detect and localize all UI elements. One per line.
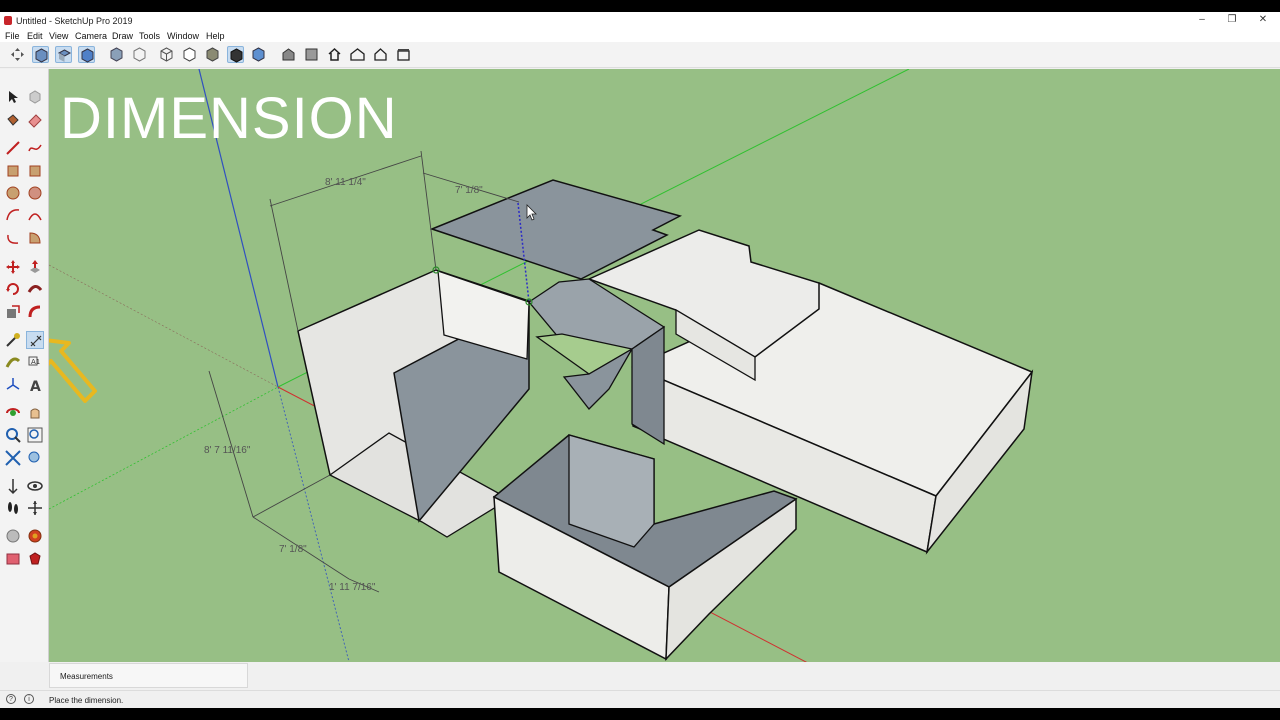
- circle-tool-icon[interactable]: [4, 184, 22, 202]
- walk-tool-icon[interactable]: [4, 499, 22, 517]
- rectangle-tool-icon[interactable]: [4, 162, 22, 180]
- dimension-7-1-8-bottom[interactable]: 7' 1/8": [279, 544, 307, 555]
- overlay-title: DIMENSION: [60, 86, 398, 151]
- dimension-1-11-7-16[interactable]: 1' 11 7/16": [329, 582, 376, 593]
- xray-style-icon[interactable]: [108, 46, 125, 63]
- minimize-button[interactable]: –: [1188, 13, 1216, 27]
- bottom-panel: Measurements ? i Place the dimension.: [0, 662, 1280, 708]
- 3d-warehouse-tool-icon[interactable]: [4, 527, 22, 545]
- menu-help[interactable]: Help: [206, 31, 225, 41]
- menu-camera[interactable]: Camera: [75, 31, 107, 41]
- paint-bucket-icon[interactable]: [4, 111, 22, 129]
- section-plane-icon[interactable]: [26, 499, 44, 517]
- rotated-rectangle-icon[interactable]: [26, 162, 44, 180]
- measurements-box[interactable]: Measurements: [49, 663, 248, 688]
- large-tool-set: A1 A: [0, 69, 49, 662]
- sketchup-app-icon: [4, 16, 12, 25]
- select-tool-icon[interactable]: [4, 88, 22, 106]
- three-point-arc-icon[interactable]: [4, 229, 22, 247]
- wireframe-icon[interactable]: [158, 46, 175, 63]
- dimension-7-1-8-top[interactable]: 7' 1/8": [455, 185, 483, 196]
- svg-text:A1: A1: [31, 358, 40, 366]
- geo-location-icon[interactable]: ?: [6, 694, 16, 704]
- pan-tool-icon[interactable]: [26, 404, 44, 422]
- pie-tool-icon[interactable]: [26, 229, 44, 247]
- dimension-8-11-1-4[interactable]: 8' 11 1/4": [325, 177, 366, 188]
- two-point-arc-icon[interactable]: [26, 206, 44, 224]
- position-camera-icon[interactable]: [4, 477, 22, 495]
- hidden-line-icon[interactable]: [181, 46, 198, 63]
- offset-tool-icon[interactable]: [26, 303, 44, 321]
- menu-bar: File Edit View Camera Draw Tools Window …: [0, 29, 1280, 42]
- window-title: Untitled - SketchUp Pro 2019: [16, 16, 133, 26]
- maximize-button[interactable]: ❐: [1218, 13, 1246, 27]
- back-edges-icon[interactable]: [131, 46, 148, 63]
- look-around-icon[interactable]: [26, 477, 44, 495]
- monochrome-icon[interactable]: [250, 46, 267, 63]
- axes-tool-icon[interactable]: [4, 376, 22, 394]
- scale-tool-icon[interactable]: [4, 303, 22, 321]
- menu-view[interactable]: View: [49, 31, 68, 41]
- credits-icon[interactable]: i: [24, 694, 34, 704]
- menu-edit[interactable]: Edit: [27, 31, 43, 41]
- layout-icon[interactable]: [349, 46, 366, 63]
- status-bar: ? i Place the dimension.: [0, 690, 1280, 708]
- extension-manager-icon[interactable]: [26, 550, 44, 568]
- model-scene: 8' 11 1/4" 7' 1/8" 8' 7 11/16" 7' 1/8" 1…: [49, 69, 1034, 662]
- menu-window[interactable]: Window: [167, 31, 199, 41]
- orbit-view-icon[interactable]: [9, 46, 26, 63]
- component-tool-icon[interactable]: [26, 88, 44, 106]
- measurements-label: Measurements: [60, 672, 113, 681]
- dimension-tool-icon[interactable]: [26, 331, 44, 349]
- svg-text:A: A: [30, 379, 41, 394]
- close-button[interactable]: ✕: [1249, 13, 1277, 27]
- push-pull-icon[interactable]: [26, 258, 44, 276]
- polygon-tool-icon[interactable]: [26, 184, 44, 202]
- previous-view-icon[interactable]: [26, 449, 44, 467]
- sketchup-window: Untitled - SketchUp Pro 2019 – ❐ ✕ File …: [0, 12, 1280, 708]
- menu-draw[interactable]: Draw: [112, 31, 133, 41]
- menu-file[interactable]: File: [5, 31, 20, 41]
- protractor-icon[interactable]: [4, 353, 22, 371]
- status-text: Place the dimension.: [49, 696, 124, 705]
- top-view-icon[interactable]: [55, 46, 72, 63]
- shaded-textures-icon[interactable]: [227, 46, 244, 63]
- warehouse-icon[interactable]: [280, 46, 297, 63]
- freehand-icon[interactable]: [26, 139, 44, 157]
- send-to-layout-icon[interactable]: [4, 550, 22, 568]
- house-outline-icon[interactable]: [372, 46, 389, 63]
- line-tool-icon[interactable]: [4, 139, 22, 157]
- front-view-icon[interactable]: [78, 46, 95, 63]
- title-bar: Untitled - SketchUp Pro 2019 – ❐ ✕: [0, 12, 1280, 29]
- arc-tool-icon[interactable]: [4, 206, 22, 224]
- menu-tools[interactable]: Tools: [139, 31, 160, 41]
- highlight-arrow-icon: [49, 338, 97, 403]
- views-toolbar: [0, 42, 1280, 68]
- drawing-viewport[interactable]: 8' 11 1/4" 7' 1/8" 8' 7 11/16" 7' 1/8" 1…: [49, 69, 1280, 662]
- 3d-text-icon[interactable]: A: [26, 376, 44, 394]
- building-icon[interactable]: [395, 46, 412, 63]
- eraser-icon[interactable]: [26, 111, 44, 129]
- tape-measure-icon[interactable]: [4, 331, 22, 349]
- home-icon[interactable]: [326, 46, 343, 63]
- zoom-extents-icon[interactable]: [4, 449, 22, 467]
- follow-me-icon[interactable]: [26, 280, 44, 298]
- rotate-tool-icon[interactable]: [4, 280, 22, 298]
- zoom-tool-icon[interactable]: [4, 426, 22, 444]
- dimension-8-7-11-16[interactable]: 8' 7 11/16": [204, 445, 251, 456]
- orbit-tool-icon[interactable]: [4, 404, 22, 422]
- zoom-window-icon[interactable]: [26, 426, 44, 444]
- extension-warehouse-tool-icon[interactable]: [26, 527, 44, 545]
- extension-warehouse-icon[interactable]: [303, 46, 320, 63]
- text-tool-icon[interactable]: A1: [26, 353, 44, 371]
- shaded-icon[interactable]: [204, 46, 221, 63]
- move-tool-icon[interactable]: [4, 258, 22, 276]
- iso-view-icon[interactable]: [32, 46, 49, 63]
